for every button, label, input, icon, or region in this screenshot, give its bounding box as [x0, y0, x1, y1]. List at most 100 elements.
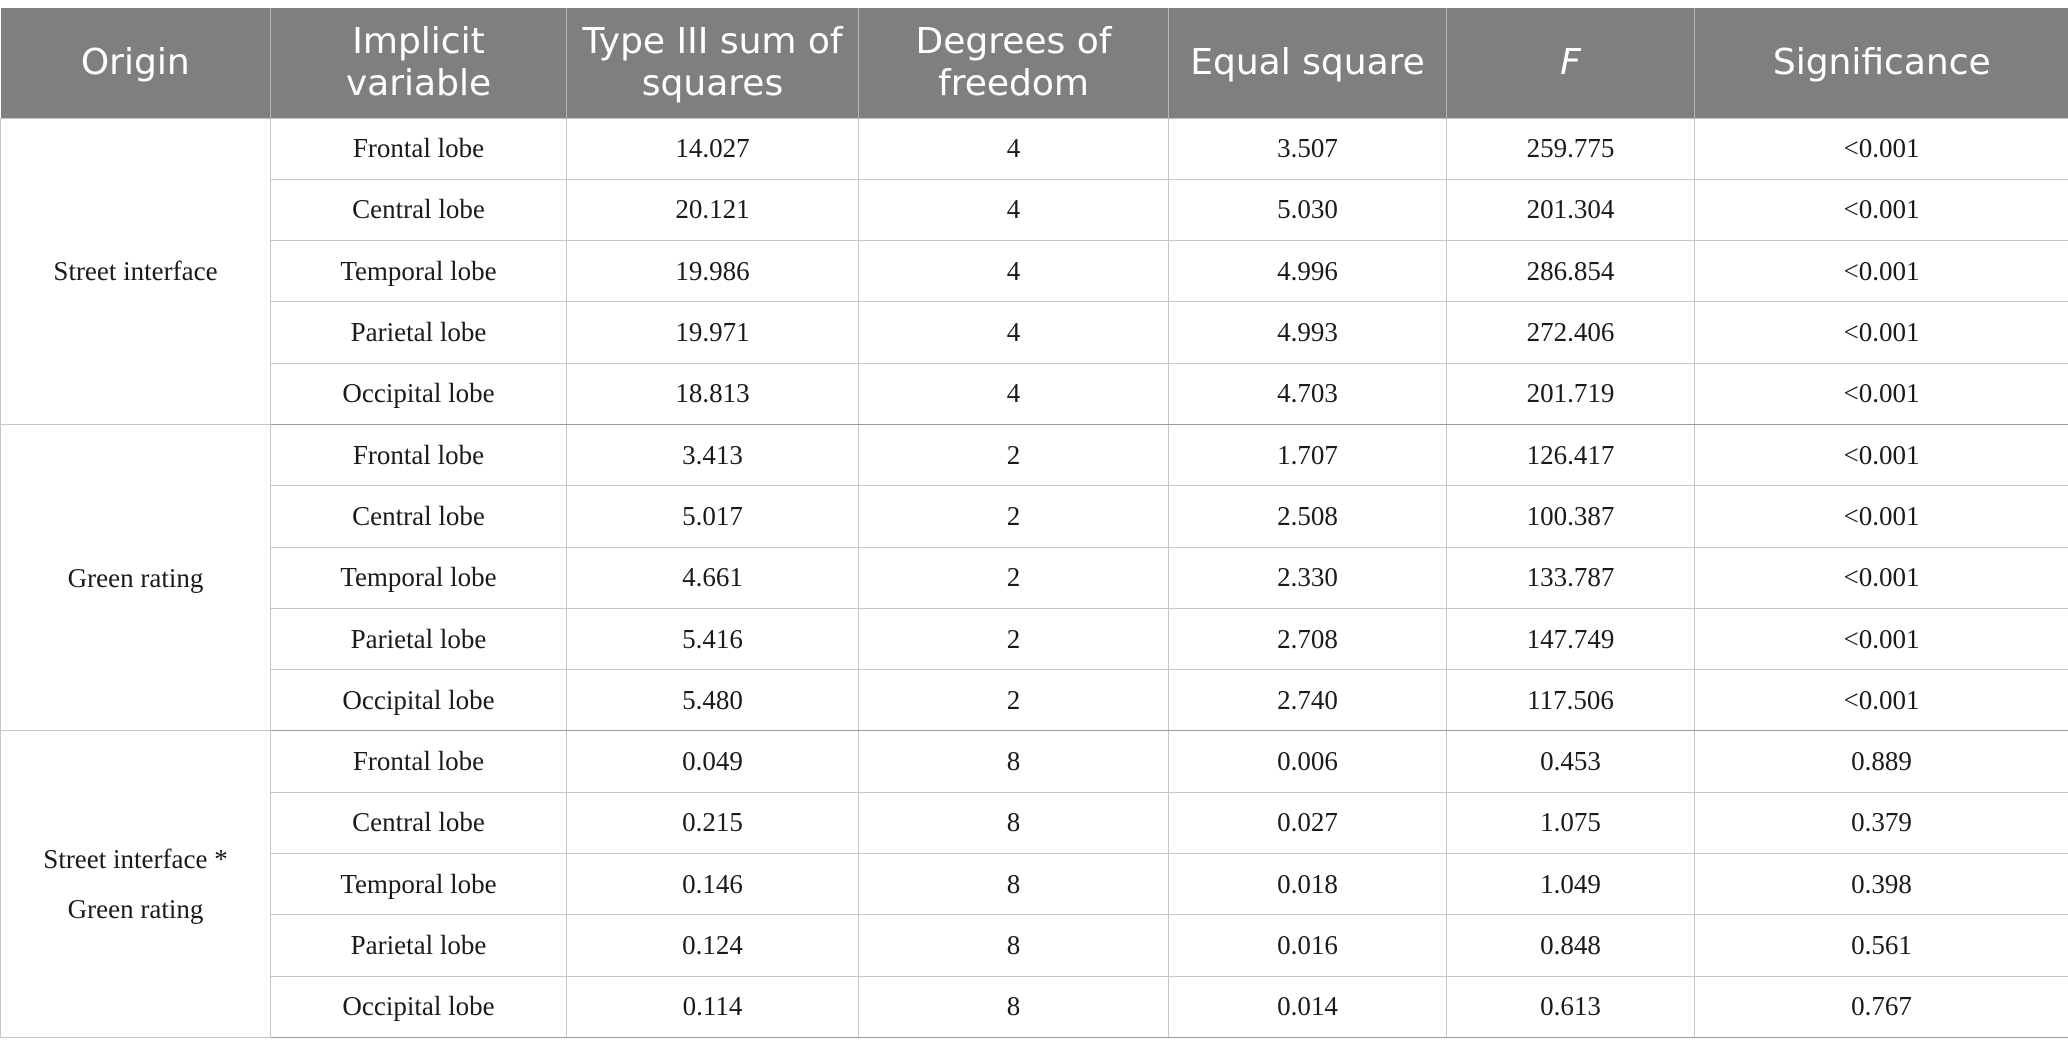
table-row: Street interface * Green rating Frontal lo… [0, 730, 2068, 1038]
table-row: Temporal lobe 4.661 2 2.330 133.787 <0.001 [1, 546, 2068, 609]
table-row: Central lobe 20.121 4 5.030 201.304 <0.001 [1, 178, 2068, 242]
table-row: Temporal lobe 19.986 4 4.996 286.854 <0.001 [1, 240, 2068, 303]
significance-cell: <0.001 [1694, 178, 2068, 242]
implicit-variable-cell: Parietal lobe [270, 301, 567, 364]
table-row: Parietal lobe 5.416 2 2.708 147.749 <0.001 [1, 607, 2068, 671]
significance-cell: 0.398 [1694, 853, 2068, 916]
f-value-cell: 147.749 [1446, 607, 1695, 671]
degrees-of-freedom-cell: 8 [858, 914, 1169, 977]
table-row: Central lobe 5.017 2 2.508 100.387 <0.001 [1, 485, 2068, 548]
significance-cell: <0.001 [1694, 423, 2068, 487]
equal-square-cell: 4.703 [1168, 362, 1447, 425]
anova-table: Origin Implicit variable Type III sum of… [0, 8, 2068, 1038]
significance-cell: <0.001 [1694, 669, 2068, 732]
header-implicit-variable: Implicit variable [270, 8, 567, 118]
type3-sum-of-squares-cell: 0.146 [566, 853, 859, 916]
implicit-variable-cell: Temporal lobe [270, 853, 567, 916]
significance-cell: <0.001 [1694, 607, 2068, 671]
significance-cell: <0.001 [1694, 485, 2068, 548]
degrees-of-freedom-cell: 4 [858, 178, 1169, 242]
implicit-variable-cell: Frontal lobe [270, 423, 567, 487]
f-value-cell: 259.775 [1446, 117, 1695, 180]
header-type3-sum-of-squares: Type III sum of squares [566, 8, 859, 118]
table-row: Parietal lobe 19.971 4 4.993 272.406 <0.001 [1, 301, 2068, 364]
f-value-cell: 100.387 [1446, 485, 1695, 548]
significance-cell: 0.767 [1694, 975, 2068, 1038]
table-row: Green rating Frontal lobe 3.413 2 1.707 126.4… [0, 423, 2068, 732]
table-row: Occipital lobe 5.480 2 2.740 117.506 <0.001 [1, 669, 2068, 732]
equal-square-cell: 2.330 [1168, 546, 1447, 609]
significance-cell: <0.001 [1694, 301, 2068, 364]
f-value-cell: 133.787 [1446, 546, 1695, 609]
implicit-variable-cell: Central lobe [270, 178, 567, 242]
type3-sum-of-squares-cell: 0.114 [566, 975, 859, 1038]
significance-cell: <0.001 [1694, 362, 2068, 425]
degrees-of-freedom-cell: 4 [858, 117, 1169, 180]
header-degrees-of-freedom: Degrees of freedom [858, 8, 1169, 118]
implicit-variable-cell: Central lobe [270, 791, 567, 855]
equal-square-cell: 2.508 [1168, 485, 1447, 548]
f-value-cell: 0.848 [1446, 914, 1695, 977]
type3-sum-of-squares-cell: 20.121 [566, 178, 859, 242]
f-value-cell: 0.613 [1446, 975, 1695, 1038]
significance-cell: <0.001 [1694, 240, 2068, 303]
implicit-variable-cell: Central lobe [270, 485, 567, 548]
significance-cell: 0.561 [1694, 914, 2068, 977]
header-equal-square: Equal square [1168, 8, 1447, 118]
significance-cell: 0.379 [1694, 791, 2068, 855]
equal-square-cell: 0.006 [1168, 730, 1447, 793]
significance-cell: <0.001 [1694, 546, 2068, 609]
f-value-cell: 201.719 [1446, 362, 1695, 425]
degrees-of-freedom-cell: 8 [858, 975, 1169, 1038]
equal-square-cell: 1.707 [1168, 423, 1447, 487]
f-value-cell: 0.453 [1446, 730, 1695, 793]
implicit-variable-cell: Frontal lobe [270, 730, 567, 793]
degrees-of-freedom-cell: 4 [858, 362, 1169, 425]
origin-cell: Green rating [0, 423, 271, 732]
table-row: Street interface Frontal lobe 14.027 4 3.507… [0, 117, 2068, 425]
type3-sum-of-squares-cell: 5.017 [566, 485, 859, 548]
f-value-cell: 1.075 [1446, 791, 1695, 855]
implicit-variable-cell: Temporal lobe [270, 240, 567, 303]
degrees-of-freedom-cell: 2 [858, 669, 1169, 732]
table-row: Occipital lobe 0.114 8 0.014 0.613 0.767 [1, 975, 2068, 1038]
table-body: Street interface Frontal lobe 14.027 4 3.507… [0, 117, 2068, 1038]
equal-square-cell: 0.014 [1168, 975, 1447, 1038]
f-value-cell: 117.506 [1446, 669, 1695, 732]
implicit-variable-cell: Parietal lobe [270, 914, 567, 977]
type3-sum-of-squares-cell: 19.971 [566, 301, 859, 364]
origin-label: Street interface [53, 256, 218, 287]
degrees-of-freedom-cell: 2 [858, 607, 1169, 671]
table-row: Parietal lobe 0.124 8 0.016 0.848 0.561 [1, 914, 2068, 977]
header-f-label: F [1560, 41, 1581, 83]
origin-cell: Street interface [0, 117, 271, 425]
equal-square-cell: 4.993 [1168, 301, 1447, 364]
f-value-cell: 1.049 [1446, 853, 1695, 916]
implicit-variable-cell: Occipital lobe [270, 362, 567, 425]
header-origin: Origin [0, 8, 271, 118]
table-header: Origin Implicit variable Type III sum of… [0, 8, 2068, 118]
table-row: Occipital lobe 18.813 4 4.703 201.719 <0.001 [1, 362, 2068, 425]
type3-sum-of-squares-cell: 14.027 [566, 117, 859, 180]
degrees-of-freedom-cell: 8 [858, 730, 1169, 793]
type3-sum-of-squares-cell: 0.049 [566, 730, 859, 793]
equal-square-cell: 0.018 [1168, 853, 1447, 916]
degrees-of-freedom-cell: 4 [858, 240, 1169, 303]
f-value-cell: 201.304 [1446, 178, 1695, 242]
type3-sum-of-squares-cell: 3.413 [566, 423, 859, 487]
equal-square-cell: 2.740 [1168, 669, 1447, 732]
type3-sum-of-squares-cell: 5.416 [566, 607, 859, 671]
equal-square-cell: 2.708 [1168, 607, 1447, 671]
implicit-variable-cell: Occipital lobe [270, 975, 567, 1038]
type3-sum-of-squares-cell: 4.661 [566, 546, 859, 609]
equal-square-cell: 0.027 [1168, 791, 1447, 855]
implicit-variable-cell: Parietal lobe [270, 607, 567, 671]
table-row: Central lobe 0.215 8 0.027 1.075 0.379 [1, 791, 2068, 855]
f-value-cell: 126.417 [1446, 423, 1695, 487]
header-f: F [1446, 8, 1695, 118]
implicit-variable-cell: Temporal lobe [270, 546, 567, 609]
origin-label: Green rating [67, 562, 204, 593]
type3-sum-of-squares-cell: 0.215 [566, 791, 859, 855]
equal-square-cell: 0.016 [1168, 914, 1447, 977]
type3-sum-of-squares-cell: 19.986 [566, 240, 859, 303]
